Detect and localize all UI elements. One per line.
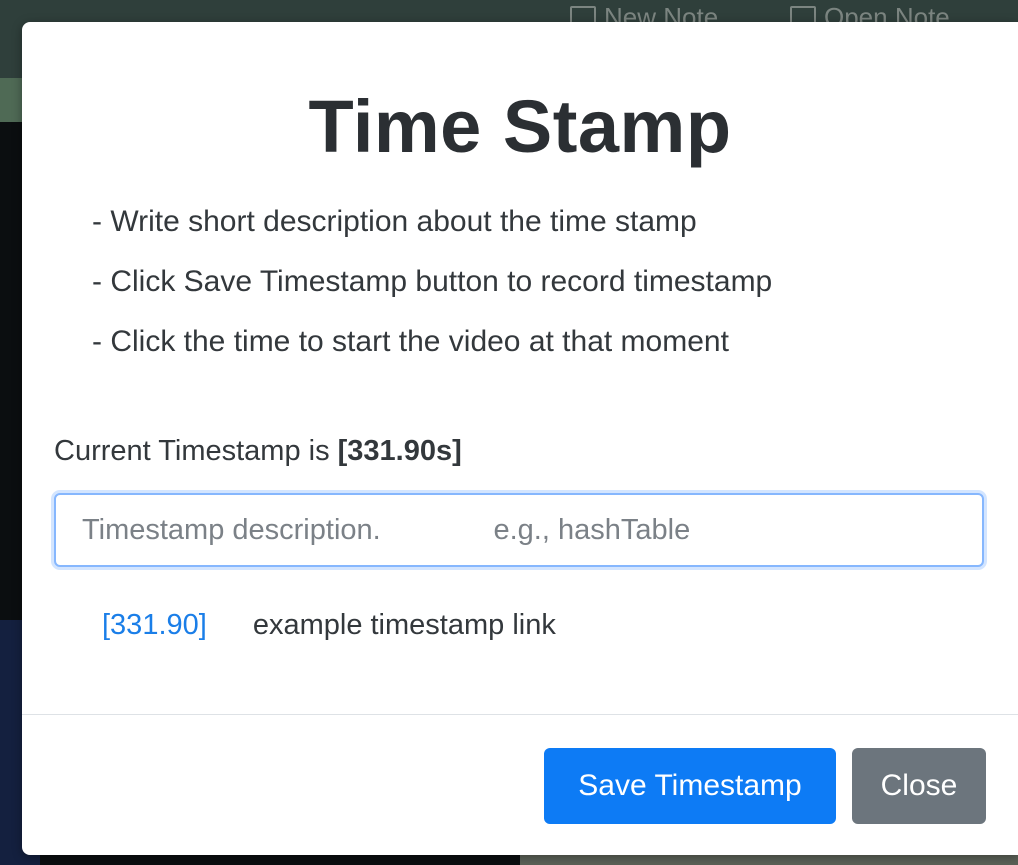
timestamp-modal: Time Stamp - Write short description abo… [22, 22, 1018, 855]
instruction-item: - Click the time to start the video at t… [92, 325, 729, 358]
instruction-item: - Click Save Timestamp button to record … [92, 265, 773, 298]
timestamp-entry: [331.90] example timestamp link [102, 609, 556, 642]
modal-title: Time Stamp [308, 85, 732, 168]
instruction-list: - Write short description about the time… [92, 202, 772, 382]
current-timestamp-value: [331.90s] [337, 435, 462, 467]
current-timestamp: Current Timestamp is [331.90s] [54, 435, 462, 468]
timestamp-link[interactable]: [331.90] [102, 609, 207, 641]
current-timestamp-label: Current Timestamp is [54, 435, 338, 467]
save-timestamp-button[interactable]: Save Timestamp [544, 748, 836, 824]
timestamp-entry-label: example timestamp link [252, 609, 556, 641]
instruction-item: - Write short description about the time… [92, 205, 697, 238]
modal-footer-divider [22, 714, 1018, 715]
close-button[interactable]: Close [852, 748, 986, 824]
timestamp-description-input[interactable] [54, 493, 984, 567]
